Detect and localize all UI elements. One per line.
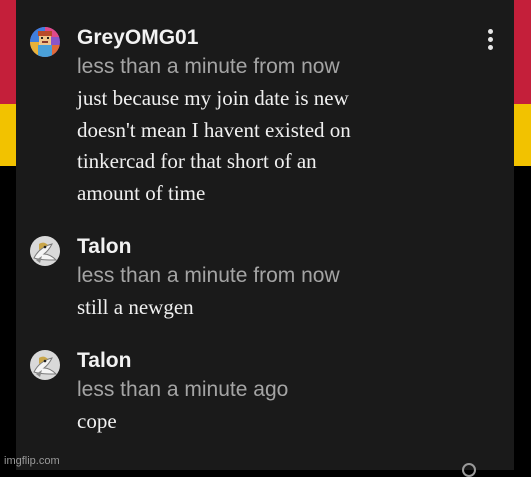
ellipsis-dot	[488, 37, 493, 42]
comment-body: Talon less than a minute from now still …	[77, 233, 474, 324]
pixel-avatar-icon[interactable]	[30, 27, 60, 57]
comment-text-line: cope	[77, 409, 117, 433]
right-edge-yellow-stripe	[514, 104, 531, 166]
comment-timestamp: less than a minute from now	[77, 264, 340, 287]
comment-text: just because my join date is new doesn't…	[77, 83, 474, 209]
comment-timestamp: less than a minute from now	[77, 55, 340, 78]
comments-panel: GreyOMG01 less than a minute from now ju…	[16, 0, 514, 477]
vertical-ellipsis-icon[interactable]	[480, 26, 502, 56]
bird-avatar-icon[interactable]	[30, 350, 60, 380]
comment-text: cope	[77, 406, 474, 438]
right-edge-red-stripe	[514, 0, 531, 104]
watermark-text: imgflip.com	[4, 455, 60, 467]
comment-username[interactable]: Talon	[77, 347, 474, 375]
ellipsis-dot	[488, 29, 493, 34]
comment-body: Talon less than a minute ago cope	[77, 347, 474, 438]
comment-body: GreyOMG01 less than a minute from now ju…	[77, 24, 474, 209]
bird-avatar-icon[interactable]	[30, 236, 60, 266]
comment-text-line: amount of time	[77, 180, 206, 205]
partial-icon	[462, 463, 476, 477]
left-edge-red-stripe	[0, 0, 17, 104]
comment-text-line: still a newgen	[77, 295, 194, 319]
comment-text-line: doesn't mean I havent existed on	[77, 117, 351, 142]
comment-timestamp: less than a minute ago	[77, 378, 289, 401]
comment-text-line: just because my join date is new	[77, 86, 349, 110]
comment-text-line: tinkercad for that short of an	[77, 149, 317, 173]
ellipsis-dot	[488, 45, 493, 50]
left-edge-yellow-stripe	[0, 104, 17, 166]
comment-text: still a newgen	[77, 292, 474, 324]
comment-username[interactable]: Talon	[77, 233, 474, 261]
comment-username[interactable]: GreyOMG01	[77, 24, 474, 52]
